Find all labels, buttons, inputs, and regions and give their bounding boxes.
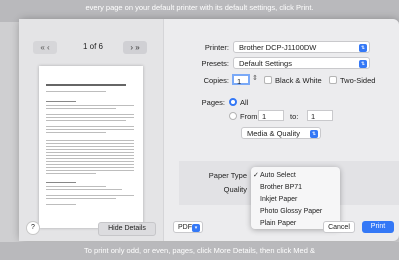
prev-page-button[interactable]: « ‹: [33, 41, 57, 54]
preview-line: [46, 195, 134, 197]
preview-line: [46, 114, 134, 116]
menu-item-photo-glossy-paper[interactable]: Photo Glossy Paper: [260, 207, 322, 217]
preview-line: [46, 186, 106, 188]
preview-line: [46, 189, 122, 191]
preview-pane: « ‹ 1 of 6 › » ? Hide Details: [19, 19, 164, 241]
preview-line: [46, 170, 134, 172]
preview-line: [46, 146, 134, 148]
checkmark-icon: ✓: [253, 172, 259, 179]
section-popup[interactable]: Media & Quality ⇅: [241, 127, 321, 139]
quality-label: Quality: [223, 185, 247, 194]
preview-line: [46, 182, 76, 184]
chevron-updown-icon: ⇅: [359, 44, 367, 52]
menu-item-auto-select[interactable]: ✓ Auto Select: [253, 171, 296, 181]
two-sided-label: Two-Sided: [340, 76, 376, 85]
chevron-updown-icon: ⇅: [310, 130, 318, 138]
pages-all-label: All: [240, 98, 249, 107]
pages-from-field[interactable]: 1: [258, 110, 284, 121]
preview-line: [46, 140, 134, 142]
copies-field[interactable]: 1: [232, 74, 250, 86]
preview-line: [46, 164, 134, 166]
preview-line: [46, 105, 134, 107]
pages-from-radio[interactable]: [229, 112, 237, 120]
bottom-caption: To print only odd, or even, pages, click…: [0, 242, 399, 260]
preview-line: [46, 173, 96, 175]
preview-line: [46, 143, 134, 145]
preview-line: [46, 167, 134, 169]
pdf-button[interactable]: PDF ▾: [173, 221, 203, 233]
menu-item-inkjet-paper[interactable]: Inkjet Paper: [260, 195, 297, 205]
preview-line: [46, 204, 76, 206]
cancel-button[interactable]: Cancel: [323, 221, 355, 233]
pdf-label: PDF: [178, 224, 192, 231]
preview-line: [46, 117, 134, 119]
preview-line: [46, 120, 126, 122]
preview-line: [46, 149, 134, 151]
preview-line: [46, 129, 134, 131]
printer-label: Printer:: [204, 43, 229, 52]
pages-to-field[interactable]: 1: [307, 110, 333, 121]
two-sided-checkbox[interactable]: [329, 76, 337, 84]
next-page-button[interactable]: › »: [123, 41, 147, 54]
presets-popup[interactable]: Default Settings ⇅: [233, 57, 370, 69]
preview-line: [46, 101, 76, 103]
paper-type-menu[interactable]: ✓ Auto Select Brother BP71 Inkjet Paper …: [251, 167, 340, 229]
print-button[interactable]: Print: [362, 221, 394, 233]
chevron-updown-icon: ⇅: [359, 60, 367, 68]
menu-item-brother-bp71[interactable]: Brother BP71: [260, 183, 302, 193]
help-button[interactable]: ?: [26, 221, 40, 235]
preview-line: [46, 152, 134, 154]
print-dialog: « ‹ 1 of 6 › » ? Hide Details Printer: B…: [19, 19, 399, 241]
paper-type-label: Paper Type: [208, 171, 247, 180]
section-value: Media & Quality: [247, 129, 300, 138]
menu-item-plain-paper[interactable]: Plain Paper: [260, 219, 296, 229]
copies-stepper[interactable]: ⇕: [252, 74, 258, 82]
page-count: 1 of 6: [82, 42, 103, 51]
copies-label: Copies:: [203, 76, 229, 85]
printer-popup[interactable]: Brother DCP-J1100DW ⇅: [233, 41, 370, 53]
black-white-label: Black & White: [275, 76, 322, 85]
preview-line: [46, 132, 106, 134]
chevron-down-icon: ▾: [192, 224, 200, 232]
preview-line: [46, 198, 116, 200]
pages-label: Pages:: [201, 98, 225, 107]
pages-to-label: to:: [290, 112, 299, 121]
preview-line: [46, 91, 106, 93]
preview-title: [46, 84, 126, 86]
preview-line: [46, 158, 134, 160]
preview-line: [46, 108, 116, 110]
hide-details-button[interactable]: Hide Details: [98, 222, 156, 236]
black-white-checkbox[interactable]: [264, 76, 272, 84]
preview-line: [46, 155, 134, 157]
preview-line: [46, 126, 134, 128]
presets-label: Presets:: [201, 59, 229, 68]
printer-value: Brother DCP-J1100DW: [239, 43, 317, 52]
menu-item-label: Auto Select: [260, 172, 296, 179]
preview-line: [46, 161, 134, 163]
presets-value: Default Settings: [239, 59, 292, 68]
pages-all-radio[interactable]: [229, 98, 237, 106]
pages-from-label: From:: [240, 112, 260, 121]
page-preview: [39, 66, 143, 228]
